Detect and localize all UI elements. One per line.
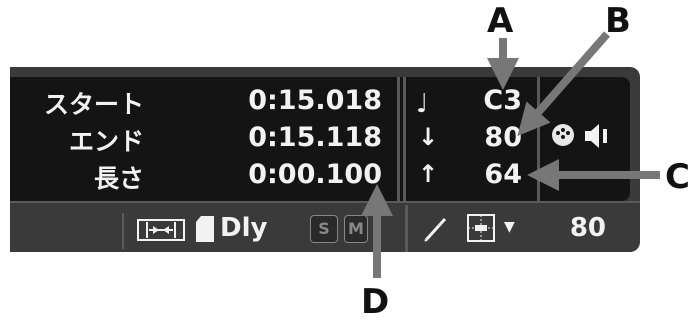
callout-c: C (665, 157, 690, 197)
callout-arrows (361, 31, 660, 278)
callout-a: A (487, 1, 514, 41)
callout-b: B (605, 1, 631, 41)
callout-d: D (361, 282, 390, 322)
callout-b-arrow (517, 31, 611, 137)
